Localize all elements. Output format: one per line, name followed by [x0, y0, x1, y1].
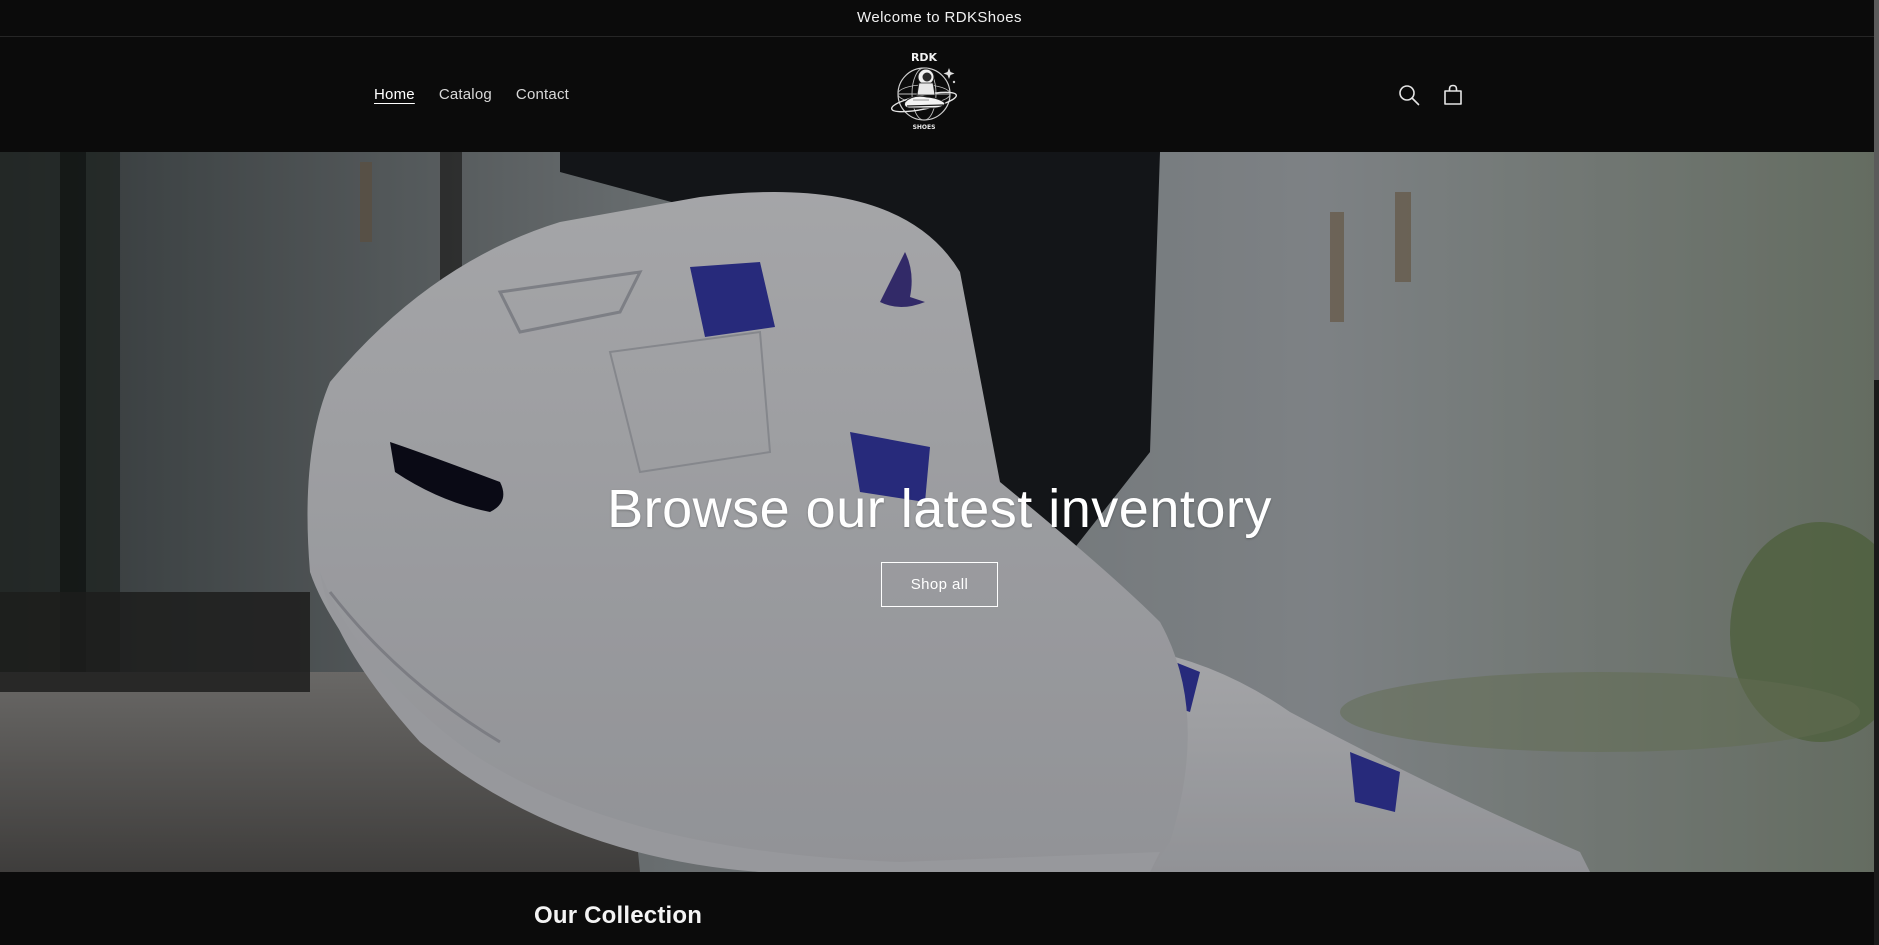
search-icon[interactable] [1396, 82, 1422, 108]
hero-banner: Browse our latest inventory Shop all [0, 152, 1879, 872]
scrollbar-thumb[interactable] [1874, 0, 1879, 380]
nav-item-home[interactable]: Home [374, 86, 415, 103]
collection-section: Our Collection [0, 872, 1879, 945]
site-logo[interactable]: RDK SHOES [883, 50, 965, 132]
announcement-text: Welcome to RDKShoes [857, 8, 1022, 26]
logo-bottom-text: SHOES [913, 124, 936, 131]
page: Welcome to RDKShoes Home Catalog Contact [0, 0, 1879, 945]
cart-icon[interactable] [1440, 82, 1466, 108]
collection-title: Our Collection [534, 902, 703, 929]
site-header: Home Catalog Contact RDK SHOES [0, 37, 1879, 152]
nav-item-catalog[interactable]: Catalog [439, 86, 492, 103]
header-icons [1396, 37, 1466, 152]
hero-title: Browse our latest inventory [607, 478, 1272, 539]
nav-item-contact[interactable]: Contact [516, 86, 569, 103]
shop-all-button[interactable]: Shop all [880, 561, 999, 607]
logo-graphic: RDK SHOES [890, 51, 958, 131]
hero-content: Browse our latest inventory Shop all [0, 152, 1879, 872]
main-nav: Home Catalog Contact [374, 37, 593, 152]
logo-top-text: RDK [911, 51, 938, 64]
page-scrollbar[interactable] [1874, 0, 1879, 945]
announcement-bar: Welcome to RDKShoes [0, 0, 1879, 37]
